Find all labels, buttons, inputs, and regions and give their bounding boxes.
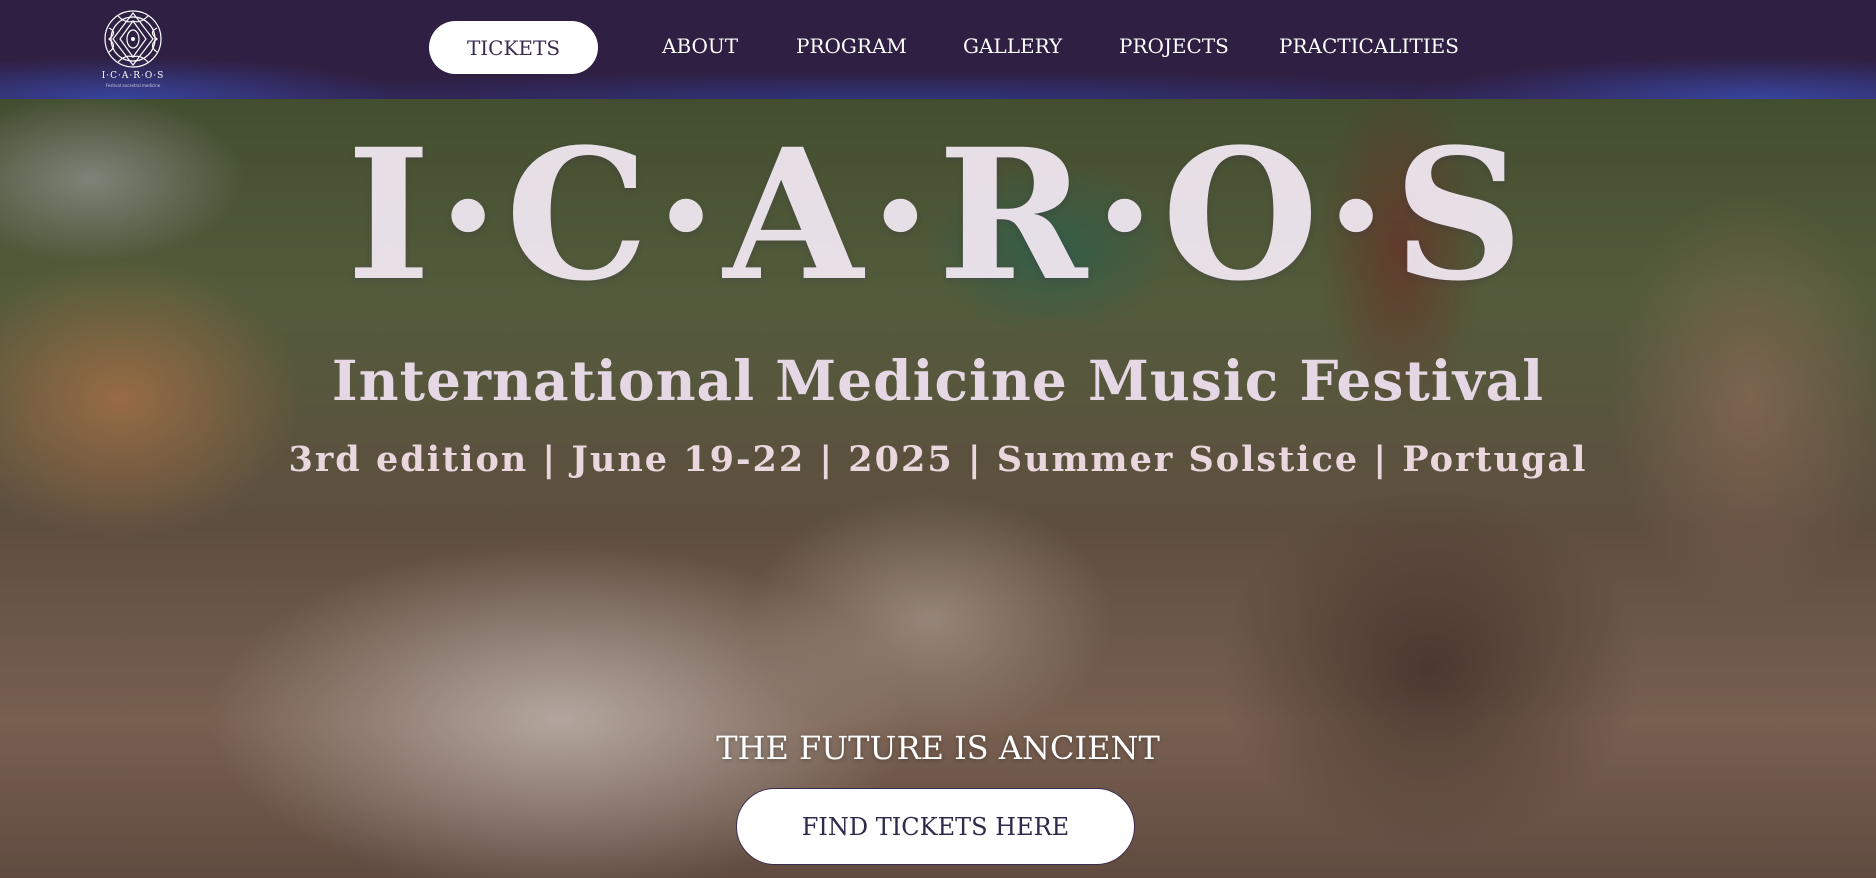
nav-item-about[interactable]: ABOUT xyxy=(662,34,738,58)
nav-item-practicalities[interactable]: PRACTICALITIES xyxy=(1279,34,1459,58)
hero-event-details: 3rd edition | June 19-22 | 2025 | Summer… xyxy=(288,439,1588,480)
site-header: I·C·A·R·O·S Festival ancestral medicine … xyxy=(0,0,1876,99)
hero-subtitle: International Medicine Music Festival xyxy=(331,348,1545,413)
logo-tagline: Festival ancestral medicine xyxy=(105,83,161,88)
nav-item-projects[interactable]: PROJECTS xyxy=(1119,34,1229,58)
site-logo[interactable]: I·C·A·R·O·S Festival ancestral medicine xyxy=(98,8,168,90)
hero-title: I·C·A·R·O·S xyxy=(346,110,1530,321)
tickets-button[interactable]: TICKETS xyxy=(429,21,598,74)
nav-item-program[interactable]: PROGRAM xyxy=(796,34,907,58)
festival-emblem-icon xyxy=(104,10,162,68)
hero-tagline: THE FUTURE IS ANCIENT xyxy=(716,729,1160,767)
logo-wordmark: I·C·A·R·O·S xyxy=(101,71,165,81)
find-tickets-button[interactable]: FIND TICKETS HERE xyxy=(736,788,1135,865)
hero-section: I·C·A·R·O·S International Medicine Music… xyxy=(0,99,1876,878)
nav-item-gallery[interactable]: GALLERY xyxy=(963,34,1062,58)
